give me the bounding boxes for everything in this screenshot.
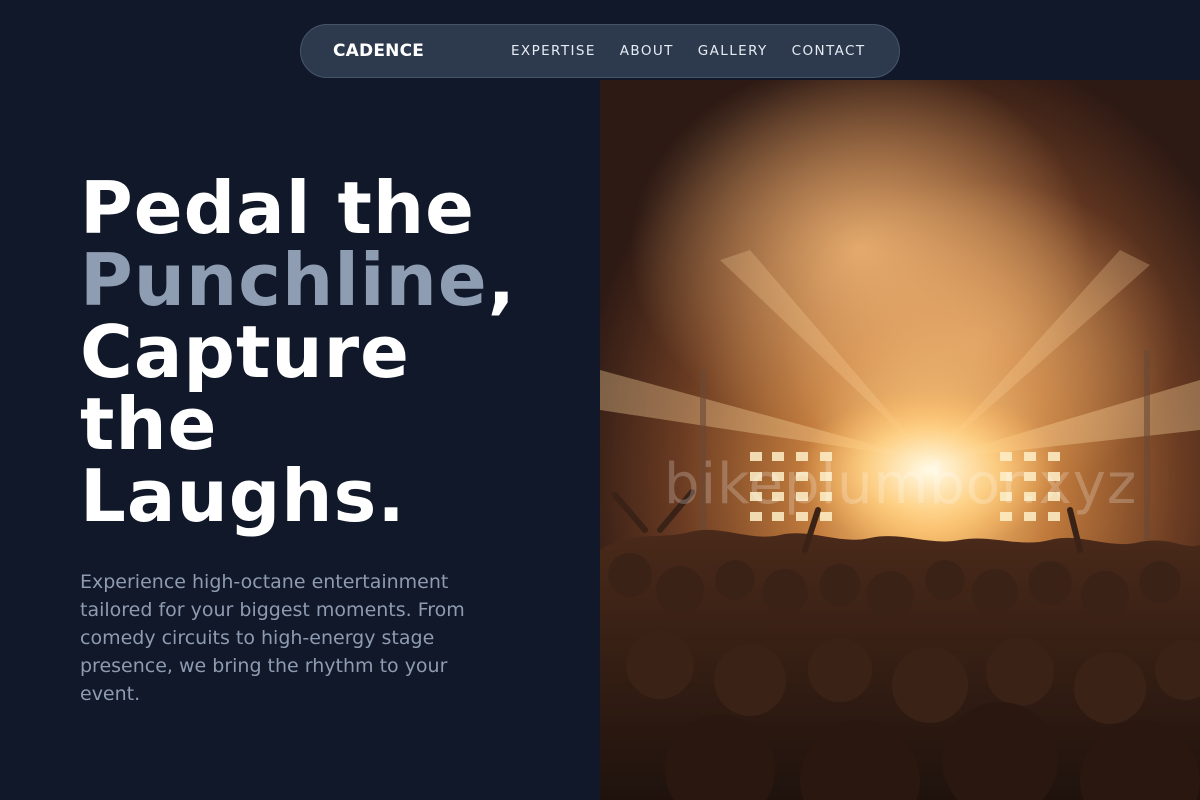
nav-link-about[interactable]: ABOUT — [620, 43, 674, 59]
brand-logo[interactable]: CADENCE — [333, 41, 503, 61]
headline-line-3: Capture — [80, 310, 410, 394]
page: CADENCE EXPERTISE ABOUT GALLERY CONTACT … — [0, 0, 1200, 800]
headline-comma: , — [487, 238, 517, 322]
concert-illustration — [600, 80, 1200, 800]
nav-links: EXPERTISE ABOUT GALLERY CONTACT — [511, 43, 865, 59]
hero-description: Experience high-octane entertainment tai… — [80, 571, 465, 705]
hero-text: Pedal the Punchline, Capture the Laughs.… — [80, 172, 580, 708]
headline-line-2: Punchline, — [80, 244, 580, 316]
concert-crowd-image: bikeplumbor.xyz — [600, 80, 1200, 800]
hero-headline: Pedal the Punchline, Capture the Laughs. — [80, 172, 580, 532]
nav-link-contact[interactable]: CONTACT — [792, 43, 866, 59]
top-navbar: CADENCE EXPERTISE ABOUT GALLERY CONTACT — [300, 24, 900, 78]
nav-link-gallery[interactable]: GALLERY — [698, 43, 768, 59]
headline-line-1: Pedal the — [80, 166, 475, 250]
headline-line-5: Laughs. — [80, 454, 406, 538]
nav-link-expertise[interactable]: EXPERTISE — [511, 43, 596, 59]
headline-line-4: the — [80, 382, 218, 466]
